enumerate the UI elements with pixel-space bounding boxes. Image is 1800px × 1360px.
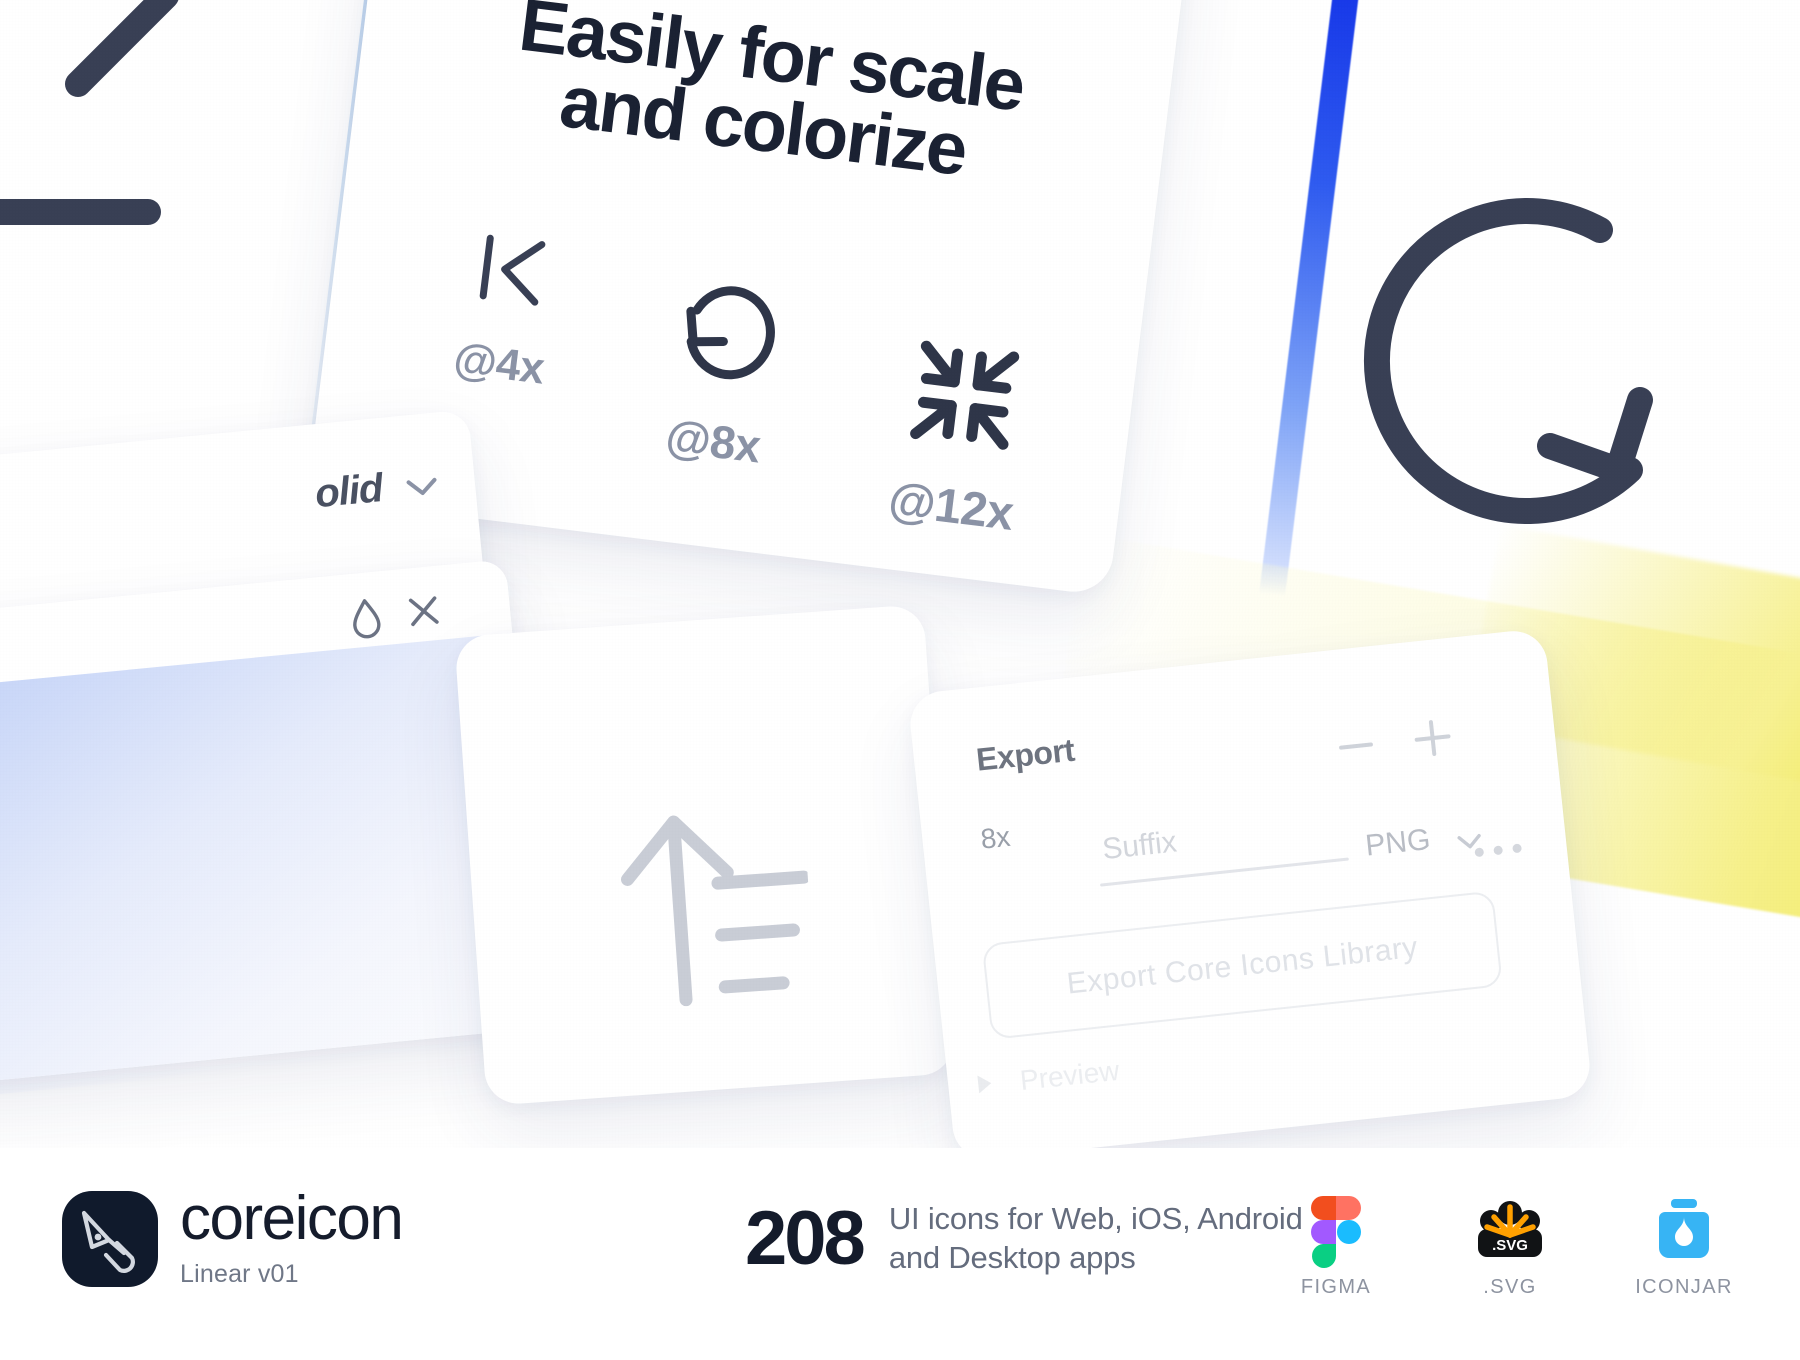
brand-name: coreicon [180, 1184, 404, 1253]
scale-label-8x: @8x [663, 409, 764, 473]
export-panel-title: Export [974, 731, 1077, 778]
icon-count-block: 208 UI icons for Web, iOS, Android and D… [745, 1200, 1303, 1278]
triangle-right-icon[interactable] [977, 1074, 993, 1094]
figma-logo-icon [1282, 1196, 1390, 1270]
poster-canvas: Easily for scale and colorize @4x @8x @1… [0, 0, 1800, 1360]
formats-block: FIGMA .SVG .SVG ICONJAR [1282, 1196, 1738, 1299]
scale-samples-row: @4x @8x @12x [369, 187, 1095, 541]
scale-sample-8x[interactable]: @8x [606, 267, 837, 480]
description-line-1: UI icons for Web, iOS, Android [888, 1201, 1303, 1236]
plus-icon[interactable] [1413, 718, 1453, 758]
suffix-placeholder[interactable]: Suffix [1101, 825, 1179, 867]
brand-block: coreicon Linear v01 [62, 1184, 404, 1289]
scale-sample-4x[interactable]: @4x [402, 214, 611, 401]
icon-count-description: UI icons for Web, iOS, Android and Deskt… [889, 1200, 1303, 1278]
sort-card [454, 604, 956, 1106]
export-library-button[interactable]: Export Core Icons Library [981, 890, 1503, 1040]
iconjar-logo-icon [1630, 1196, 1738, 1270]
svg-text:.SVG: .SVG [1492, 1237, 1528, 1254]
icon-count: 208 [745, 1195, 866, 1281]
scale-sample-12x[interactable]: @12x [833, 320, 1086, 549]
brand-version: Linear v01 [180, 1260, 299, 1288]
rotate-left-icon [1300, 170, 1700, 575]
droplet-icon[interactable] [344, 593, 389, 646]
svg-badge-icon: .SVG [1456, 1196, 1564, 1270]
minus-icon[interactable] [1338, 742, 1374, 750]
format-label-figma: FIGMA [1300, 1276, 1372, 1298]
export-scale-value[interactable]: 8x [979, 821, 1012, 856]
sort-ascending-icon [556, 701, 817, 1022]
export-library-button-label: Export Core Icons Library [1065, 930, 1420, 1001]
pen-nib-icon [81, 1210, 135, 1273]
preview-section-label[interactable]: Preview [1019, 1055, 1121, 1097]
rotate-ccw-icon [614, 267, 837, 409]
style-value[interactable]: olid [313, 466, 384, 517]
skip-back-icon [410, 214, 610, 333]
scale-label-12x: @12x [885, 473, 1017, 541]
format-svg: .SVG .SVG [1456, 1196, 1564, 1299]
log-out-icon [0, 0, 270, 285]
chevron-down-icon[interactable] [404, 475, 440, 505]
format-label-svg: .SVG [1483, 1276, 1537, 1298]
export-format-value[interactable]: PNG [1364, 823, 1432, 864]
close-icon[interactable] [400, 587, 448, 640]
description-line-2: and Desktop apps [888, 1239, 1136, 1275]
hero-title: Easily for scale and colorize [431, 0, 1103, 201]
scale-label-4x: @4x [451, 333, 547, 394]
format-figma: FIGMA [1282, 1196, 1390, 1299]
footer-bar: coreicon Linear v01 208 UI icons for Web… [0, 1148, 1800, 1360]
format-label-iconjar: ICONJAR [1635, 1276, 1733, 1298]
export-panel: Export 8x Suffix PNG Export Core Icons L… [907, 627, 1593, 1163]
brand-text: coreicon Linear v01 [180, 1184, 404, 1289]
format-iconjar: ICONJAR [1630, 1196, 1738, 1299]
brand-logo [62, 1190, 158, 1287]
minimize-icon [842, 320, 1086, 476]
